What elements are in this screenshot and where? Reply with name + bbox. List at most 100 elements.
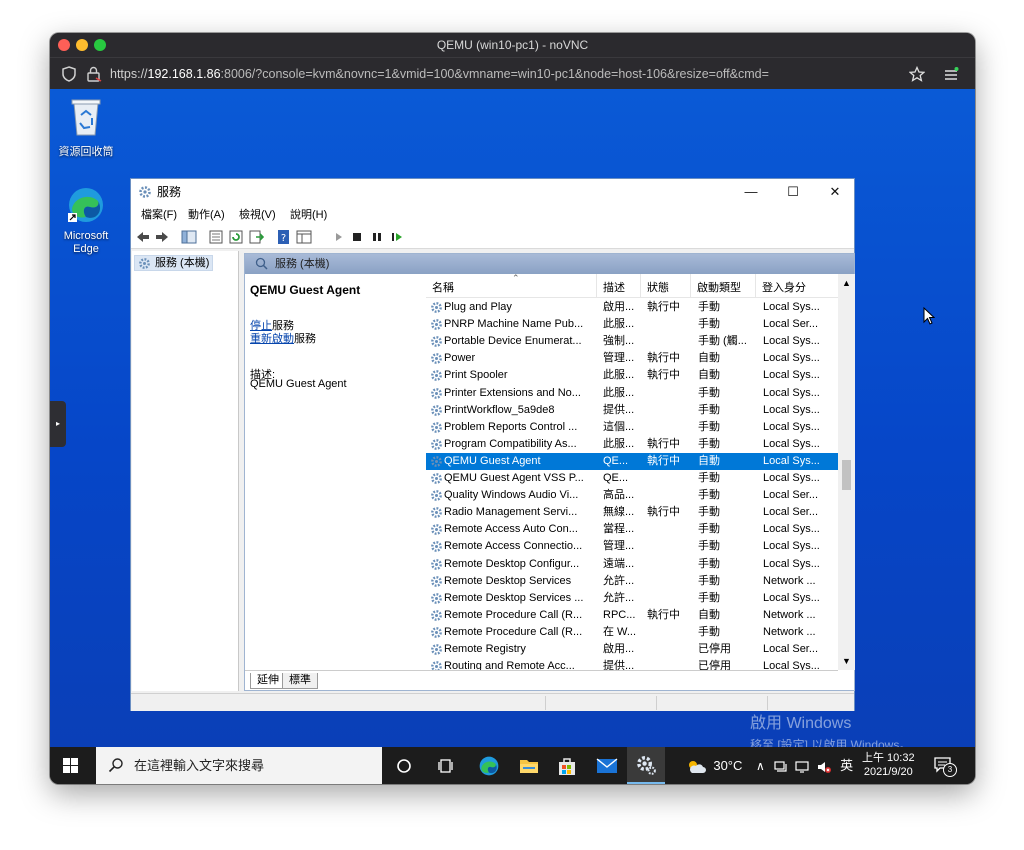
network-icon[interactable] (774, 760, 788, 774)
help-icon[interactable]: ? (276, 229, 292, 245)
chevron-up-icon[interactable]: ∧ (756, 759, 765, 773)
tree-node-services-local[interactable]: 服務 (本機) (134, 255, 214, 271)
hamburger-menu-icon[interactable] (943, 67, 959, 81)
close-window-button[interactable] (58, 39, 70, 51)
ime-indicator[interactable]: 英 (840, 758, 853, 773)
service-startup-cell: 手動 (698, 540, 720, 553)
menu-view[interactable]: 檢視(V) (239, 205, 276, 225)
service-row[interactable]: PNRP Machine Name Pub... 此服... 手動 Local Ser… (426, 316, 838, 333)
scroll-down-icon[interactable]: ▼ (842, 656, 851, 666)
stop-service-icon[interactable] (349, 229, 365, 245)
service-startup-cell: 手動 (698, 403, 720, 416)
cortana-button[interactable] (385, 747, 423, 784)
action-center-button[interactable]: 3 (934, 757, 957, 777)
taskbar-search-box[interactable]: 在這裡輸入文字來搜尋 (96, 747, 382, 784)
service-row[interactable]: Remote Desktop Services ... 允許... 手動 Local … (426, 590, 838, 607)
service-row[interactable]: Remote Procedure Call (R... RPC... 執行中 自動 Ne… (426, 607, 838, 624)
refresh-icon[interactable] (228, 229, 244, 245)
service-row[interactable]: Power 管理... 執行中 自動 Local Sys... (426, 350, 838, 367)
service-row[interactable]: Program Compatibility As... 此服... 執行中 手動 Loc… (426, 436, 838, 453)
volume-muted-icon[interactable] (817, 760, 831, 774)
service-row[interactable]: Printer Extensions and No... 此服... 手動 Local… (426, 385, 838, 402)
properties-sheet-icon[interactable] (208, 229, 224, 245)
task-view-button[interactable] (427, 747, 465, 784)
novnc-sidebar-tab[interactable]: ▸ (50, 401, 66, 447)
tab-standard[interactable]: 標準 (282, 673, 318, 689)
display-icon[interactable] (795, 760, 810, 774)
service-name-cell: Quality Windows Audio Vi... (428, 487, 598, 504)
restart-service-icon[interactable] (389, 229, 405, 245)
export-list-icon[interactable] (248, 229, 264, 245)
lock-icon[interactable] (86, 66, 102, 82)
service-row[interactable]: Quality Windows Audio Vi... 高品... 手動 Local … (426, 487, 838, 504)
weather-widget[interactable]: 30°C (686, 747, 742, 784)
forward-arrow-icon[interactable] (154, 229, 170, 245)
service-startup-cell: 自動 (698, 352, 720, 365)
service-description-cell: 提供... (603, 403, 635, 416)
service-row[interactable]: Plug and Play 啟用... 執行中 手動 Local Sys... (426, 299, 838, 316)
service-row[interactable]: Remote Access Auto Con... 當程... 手動 Local Sy… (426, 521, 838, 538)
taskbar-store[interactable] (548, 747, 586, 784)
service-row[interactable]: Remote Procedure Call (R... 在 W... 手動 Netwo… (426, 624, 838, 641)
menu-action[interactable]: 動作(A) (188, 205, 225, 225)
column-header-name[interactable]: 名稱 ⌃ (426, 274, 597, 298)
column-header-startup-type[interactable]: 啟動類型 (691, 274, 756, 298)
service-row[interactable]: Portable Device Enumerat... 強制... 手動 (觸...… (426, 333, 838, 350)
services-titlebar[interactable]: 服務 — ☐ ✕ (131, 179, 854, 205)
restart-service-action[interactable]: 重新啟動服務 (250, 330, 316, 346)
console-tree-icon[interactable] (181, 229, 197, 245)
service-row[interactable]: Problem Reports Control ... 這個... 手動 Local … (426, 419, 838, 436)
bookmark-star-icon[interactable] (909, 66, 925, 82)
restart-link[interactable]: 重新啟動 (250, 333, 294, 345)
service-logon-cell: Local Sys... (763, 523, 820, 536)
menu-help[interactable]: 說明(H) (290, 205, 327, 225)
pause-service-icon[interactable] (369, 229, 385, 245)
service-row[interactable]: Print Spooler 此服... 執行中 自動 Local Sys... (426, 367, 838, 384)
column-header-logon-as[interactable]: 登入身分 (756, 274, 838, 298)
shield-icon[interactable] (62, 66, 76, 82)
taskbar-clock[interactable]: 上午 10:32 2021/9/20 (862, 751, 915, 779)
services-list-scrollbar[interactable]: ▲ ▼ (838, 274, 855, 670)
taskbar-mail[interactable] (588, 747, 626, 784)
url-text[interactable]: https://192.168.1.86:8006/?console=kvm&n… (110, 58, 769, 90)
services-close-button[interactable]: ✕ (815, 179, 855, 205)
back-arrow-icon[interactable] (135, 229, 151, 245)
service-startup-cell: 手動 (觸... (698, 335, 747, 348)
service-logon-cell: Local Sys... (763, 454, 820, 467)
column-header-status[interactable]: 狀態 (641, 274, 691, 298)
windows-start-icon[interactable] (63, 758, 79, 774)
service-row[interactable]: PrintWorkflow_5a9de8 提供... 手動 Local Sys... (426, 402, 838, 419)
tab-extended[interactable]: 延伸 (250, 673, 286, 689)
taskbar-file-explorer[interactable] (510, 747, 548, 784)
service-row[interactable]: Routing and Remote Acc... 提供... 已停用 Local S… (426, 658, 838, 670)
service-row[interactable]: Remote Desktop Services 允許... 手動 Network ..… (426, 573, 838, 590)
service-description-cell: 強制... (603, 335, 635, 348)
service-name-cell: Remote Procedure Call (R... (428, 607, 598, 624)
services-maximize-button[interactable]: ☐ (773, 179, 813, 205)
service-description-cell: RPC... (603, 608, 636, 621)
service-row[interactable]: Remote Registry 啟用... 已停用 Local Ser... (426, 641, 838, 658)
recycle-bin[interactable]: 資源回收筒 (50, 97, 122, 159)
services-minimize-button[interactable]: — (731, 179, 771, 205)
service-logon-cell: Network ... (763, 574, 816, 587)
cortana-icon (397, 759, 411, 773)
menu-file[interactable]: 檔案(F) (141, 205, 177, 225)
service-row[interactable]: Radio Management Servi... 無線... 執行中 手動 Local… (426, 504, 838, 521)
minimize-window-button[interactable] (76, 39, 88, 51)
service-row[interactable]: QEMU Guest Agent QE... 執行中 自動 Local Sys... (426, 452, 838, 470)
taskbar-edge[interactable] (470, 747, 508, 784)
scrollbar-thumb[interactable] (842, 460, 851, 490)
taskbar-services[interactable] (627, 747, 665, 784)
edge-shortcut[interactable]: Microsoft Edge (50, 185, 122, 256)
service-row[interactable]: Remote Desktop Configur... 遠端... 手動 Local S… (426, 556, 838, 573)
service-row[interactable]: QEMU Guest Agent VSS P... QE... 手動 Local Sy… (426, 470, 838, 487)
scroll-up-icon[interactable]: ▲ (842, 278, 851, 288)
column-header-description[interactable]: 描述 (597, 274, 641, 298)
start-service-icon[interactable] (331, 229, 347, 245)
services-window: 服務 — ☐ ✕ 檔案(F) 動作(A) 檢視(V) 說明(H) ? 服務 (本… (130, 178, 855, 711)
service-row[interactable]: Remote Access Connectio... 管理... 手動 Local S… (426, 538, 838, 555)
maximize-window-button[interactable] (94, 39, 106, 51)
search-icon (108, 758, 123, 773)
show-hide-action-pane-icon[interactable] (296, 229, 312, 245)
address-bar[interactable]: https://192.168.1.86:8006/?console=kvm&n… (50, 57, 975, 89)
